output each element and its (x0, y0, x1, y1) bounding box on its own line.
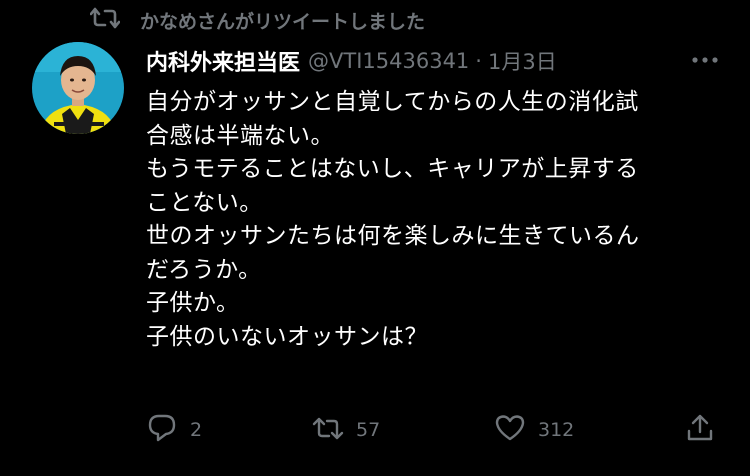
like-count: 312 (538, 419, 575, 441)
tweet-line: 子供か。 (146, 290, 240, 316)
tweet-line: 世のオッサンたちは何を楽しみに生きているん (146, 223, 640, 249)
retweet-icon (89, 7, 121, 34)
tweet-text: 自分がオッサンと自覚してからの人生の消化試 合感は半端ない。 もうモテることはな… (146, 86, 726, 354)
heart-icon (494, 412, 526, 449)
more-options-icon[interactable] (690, 50, 720, 70)
retweet-count: 57 (356, 419, 381, 441)
share-button[interactable] (684, 412, 716, 448)
tweet-date[interactable]: 1月3日 (488, 46, 557, 76)
retweet-banner[interactable]: かなめさんがリツイートしました (89, 6, 426, 34)
tweet-line: だろうか。 (146, 256, 262, 283)
tweet-line: もうモテることはないし、キャリアが上昇する (146, 156, 639, 182)
action-bar: 2 57 312 (146, 412, 720, 448)
retweet-button[interactable]: 57 (312, 412, 380, 448)
tweet-line: 合感は半端ない。 (146, 122, 334, 149)
tweet-header: 内科外来担当医 @VTI15436341 · 1月3日 (146, 44, 720, 78)
separator-dot: · (475, 49, 482, 73)
tweet-line: ことない。 (146, 189, 263, 216)
share-icon (684, 412, 716, 449)
reply-count: 2 (190, 419, 203, 441)
reply-button[interactable]: 2 (146, 412, 202, 448)
author-handle[interactable]: @VTI15436341 (308, 49, 469, 73)
reply-icon (146, 412, 178, 449)
author-name[interactable]: 内科外来担当医 (146, 45, 300, 77)
avatar[interactable] (32, 42, 124, 134)
tweet-line: 子供のいないオッサンは？ (146, 323, 428, 350)
tweet-line: 自分がオッサンと自覚してからの人生の消化試 (146, 89, 639, 115)
retweet-icon (312, 412, 344, 449)
like-button[interactable]: 312 (494, 412, 574, 448)
retweet-banner-text: かなめさんがリツイートしました (140, 10, 426, 33)
